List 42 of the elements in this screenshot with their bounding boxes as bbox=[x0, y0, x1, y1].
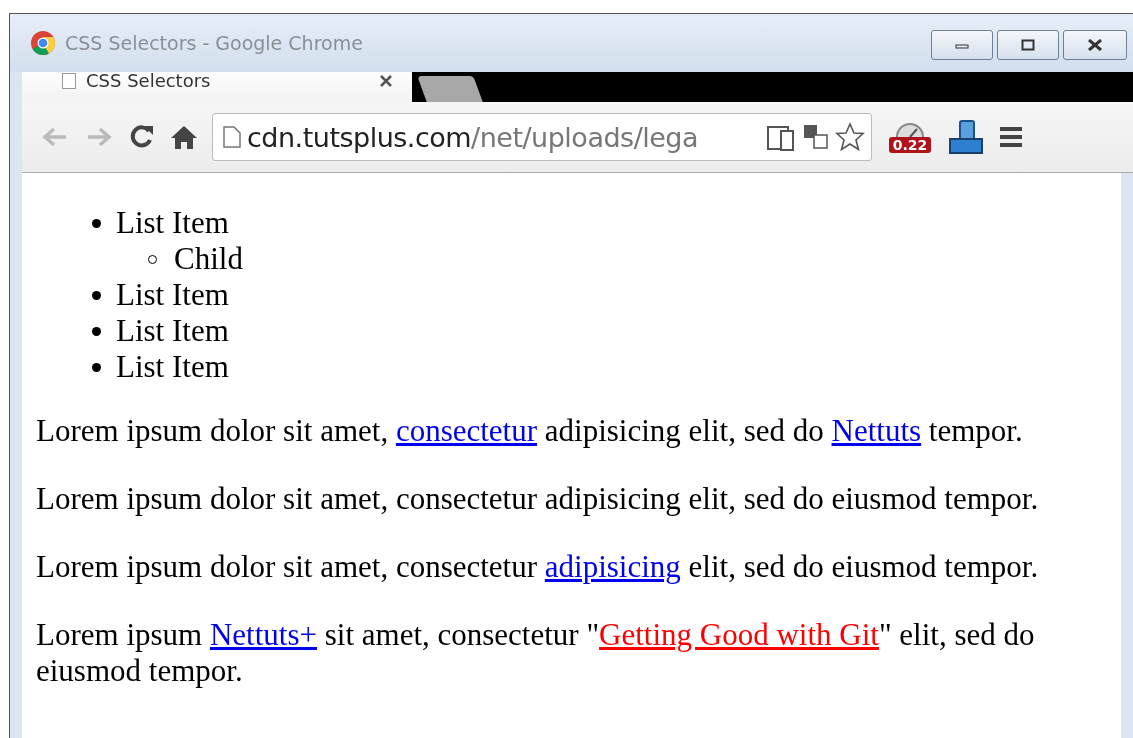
maximize-button[interactable] bbox=[997, 30, 1059, 60]
link[interactable]: Nettuts bbox=[831, 413, 922, 448]
bullet-icon bbox=[92, 326, 101, 336]
bullet-icon bbox=[92, 362, 101, 372]
bullet-icon bbox=[92, 218, 101, 228]
url-path: /net/uploads/lega bbox=[471, 121, 699, 153]
window-title: CSS Selectors - Google Chrome bbox=[65, 32, 363, 54]
star-icon[interactable] bbox=[835, 122, 865, 152]
home-icon[interactable] bbox=[170, 124, 198, 150]
chrome-logo-icon bbox=[30, 30, 56, 56]
close-button[interactable] bbox=[1063, 30, 1127, 60]
maximize-icon bbox=[1021, 39, 1035, 51]
extension-icon[interactable] bbox=[948, 119, 984, 155]
bullet-icon bbox=[92, 290, 101, 300]
list-item: Child bbox=[174, 241, 243, 277]
tab-title: CSS Selectors bbox=[86, 72, 211, 90]
minimize-icon bbox=[955, 41, 969, 49]
list-item: List Item bbox=[116, 313, 229, 349]
speed-badge: 0.22 bbox=[888, 137, 932, 153]
browser-tab[interactable]: CSS Selectors bbox=[22, 72, 412, 102]
url-host: cdn.tutsplus.com bbox=[247, 121, 472, 153]
link[interactable]: consectetur bbox=[395, 413, 538, 448]
translate-icon[interactable] bbox=[803, 124, 829, 150]
list-item: List Item bbox=[116, 277, 229, 313]
link[interactable]: Nettuts+ bbox=[209, 617, 317, 652]
paragraph: Lorem ipsum dolor sit amet, consectetur adipisicing elit, sed do eiusmod tempor. bbox=[36, 549, 1040, 585]
device-icon[interactable] bbox=[767, 123, 797, 151]
list-item: List Item bbox=[116, 205, 229, 241]
close-icon[interactable] bbox=[380, 75, 392, 87]
speed-extension-button[interactable]: 0.22 bbox=[886, 121, 934, 153]
address-bar[interactable]: cdn.tutsplus.com/net/uploads/lega bbox=[212, 113, 872, 161]
link[interactable]: Getting Good with Git bbox=[599, 617, 879, 652]
minimize-button[interactable] bbox=[931, 30, 993, 60]
list-item: List Item bbox=[116, 349, 229, 385]
paragraph: Lorem ipsum Nettuts+ sit amet, consectetur "Getting Good with Git" elit, sed do eiusmod tempor. bbox=[36, 617, 1036, 689]
paragraph: Lorem ipsum dolor sit amet, consectetur adipisicing elit, sed do Nettuts tempor. bbox=[36, 413, 1024, 449]
paragraph: Lorem ipsum dolor sit amet, consectetur adipisicing elit, sed do eiusmod tempor. bbox=[36, 481, 1040, 517]
page-icon bbox=[62, 73, 76, 89]
close-icon bbox=[1087, 39, 1103, 51]
menu-icon[interactable] bbox=[998, 125, 1024, 149]
page-icon bbox=[223, 126, 241, 148]
link[interactable]: adipisicing bbox=[544, 549, 681, 584]
